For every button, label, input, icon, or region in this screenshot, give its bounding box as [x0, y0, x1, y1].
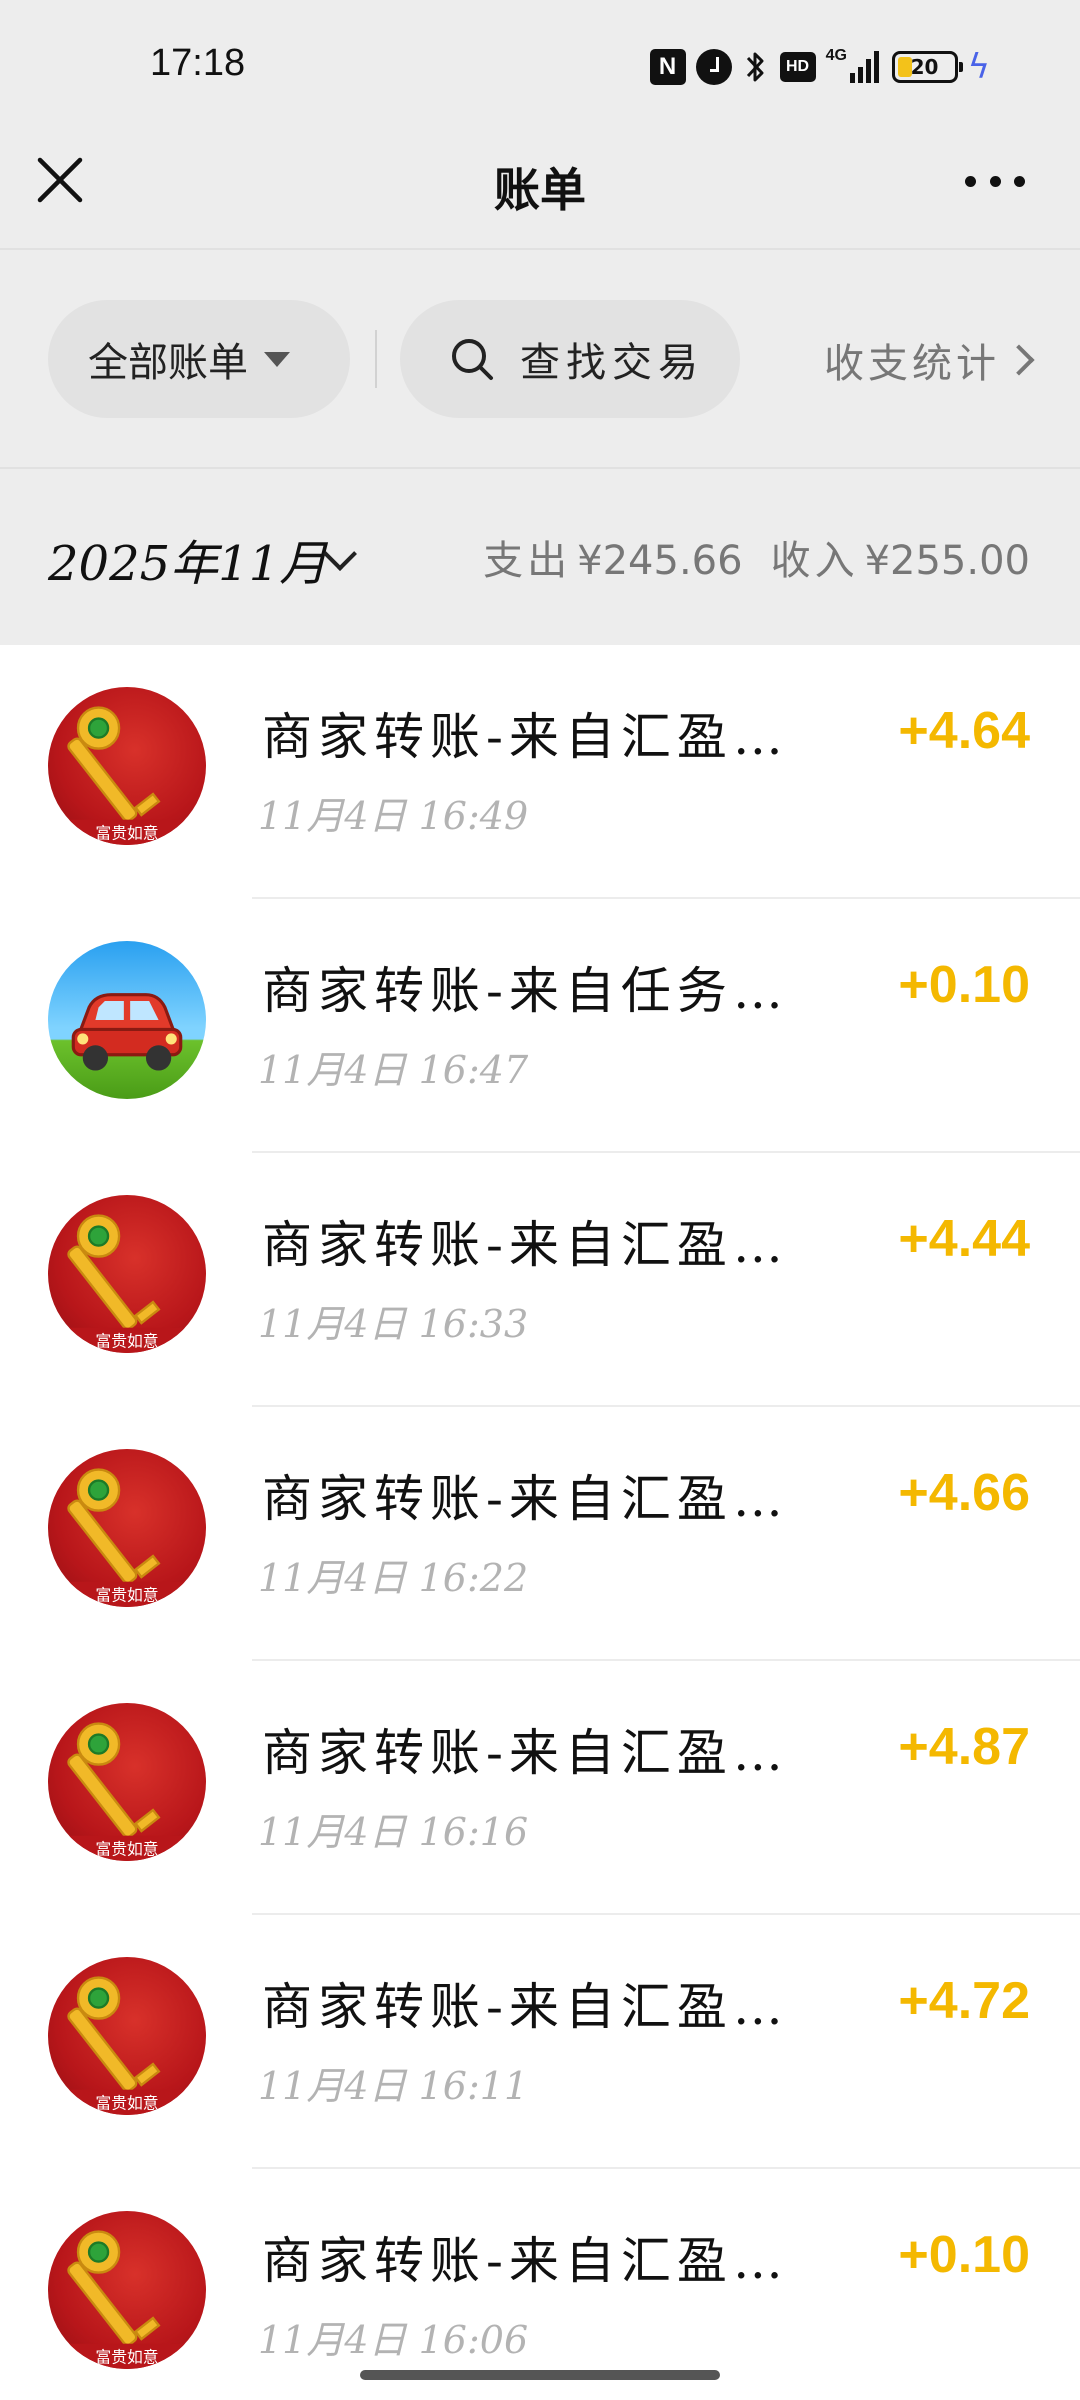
hd-icon: HD	[779, 52, 816, 82]
month-selector[interactable]: 2025年11月	[48, 524, 327, 594]
battery-level: 20	[910, 55, 939, 79]
avatar-caption: 富贵如意	[95, 824, 158, 843]
search-label: 查找交易	[520, 340, 704, 386]
golden-key-avatar: 富贵如意	[48, 2211, 206, 2369]
golden-key-avatar: 富贵如意	[48, 1703, 206, 1861]
golden-key-avatar: 富贵如意	[48, 1957, 206, 2115]
red-car-avatar	[48, 941, 206, 1099]
nav-bar: 账单	[0, 130, 1080, 250]
dropdown-triangle-icon	[264, 351, 290, 367]
transaction-amount: +4.66	[898, 1464, 1030, 1522]
avatar-caption: 富贵如意	[95, 1586, 158, 1605]
search-transactions-button[interactable]: 查找交易	[400, 300, 740, 418]
transaction-item[interactable]: 富贵如意 商家转账-来自汇盈… 11月4日 16:11 +4.72	[0, 1915, 1080, 2169]
more-icon	[965, 175, 976, 187]
transaction-item[interactable]: 富贵如意 商家转账-来自汇盈… 11月4日 16:49 +4.64	[0, 645, 1080, 899]
transaction-time: 11月4日 16:06	[258, 2318, 529, 2362]
stats-link[interactable]: 收支统计	[824, 330, 1035, 390]
more-button[interactable]	[965, 166, 1025, 196]
transaction-title: 商家转账-来自汇盈…	[262, 708, 782, 766]
battery-icon: 20	[891, 51, 963, 83]
4g-signal-icon: 4G	[826, 47, 882, 87]
charging-icon: ϟ	[967, 47, 990, 87]
transaction-time: 11月4日 16:11	[258, 2064, 529, 2108]
golden-key-avatar: 富贵如意	[48, 1449, 206, 1607]
nfc-icon: N	[649, 49, 686, 85]
transaction-amount: +4.44	[898, 1210, 1030, 1268]
all-bills-label: 全部账单	[88, 340, 248, 386]
transaction-amount: +0.10	[898, 2226, 1030, 2284]
transaction-amount: +0.10	[898, 956, 1030, 1014]
transaction-item[interactable]: 富贵如意 商家转账-来自汇盈… 11月4日 16:33 +4.44	[0, 1153, 1080, 1407]
transaction-amount: +4.72	[898, 1972, 1030, 2030]
page-title: 账单	[494, 163, 586, 217]
stats-label: 收支统计	[824, 341, 1000, 387]
filter-row: 全部账单 查找交易 收支统计	[0, 300, 1080, 418]
divider	[0, 248, 1080, 250]
transaction-amount: +4.87	[898, 1718, 1030, 1776]
transaction-time: 11月4日 16:22	[258, 1556, 529, 1600]
transaction-title: 商家转账-来自汇盈…	[262, 1724, 782, 1782]
transaction-title: 商家转账-来自汇盈…	[262, 2232, 782, 2290]
chevron-right-icon	[1003, 344, 1035, 376]
transaction-title: 商家转账-来自汇盈…	[262, 1978, 782, 2036]
status-bar: 17:18 N HD 4G 20 ϟ	[0, 0, 1080, 130]
all-bills-filter-button[interactable]: 全部账单	[48, 300, 350, 418]
transaction-title: 商家转账-来自汇盈…	[262, 1470, 782, 1528]
divider	[0, 467, 1080, 469]
transaction-title: 商家转账-来自汇盈…	[262, 1216, 782, 1274]
golden-key-avatar: 富贵如意	[48, 1195, 206, 1353]
avatar-caption: 富贵如意	[95, 1840, 158, 1859]
search-icon	[452, 339, 493, 380]
status-icons: N HD 4G 20 ϟ	[649, 44, 990, 90]
income-total: 收入 ¥255.00	[771, 528, 1030, 586]
month-totals: 支出 ¥245.66 收入 ¥255.00	[483, 528, 1030, 586]
chevron-down-icon[interactable]	[323, 537, 357, 571]
transaction-item[interactable]: 富贵如意 商家转账-来自汇盈… 11月4日 16:22 +4.66	[0, 1407, 1080, 1661]
income-value: ¥255.00	[864, 538, 1030, 584]
home-indicator[interactable]	[360, 2370, 720, 2380]
month-row: 2025年11月 支出 ¥245.66 收入 ¥255.00	[0, 510, 1080, 600]
bluetooth-icon	[742, 47, 770, 87]
avatar-caption: 富贵如意	[95, 1332, 158, 1351]
transaction-list: 富贵如意 商家转账-来自汇盈… 11月4日 16:49 +4.64 商家转账-来…	[0, 645, 1080, 2400]
transaction-item[interactable]: 富贵如意 商家转账-来自汇盈… 11月4日 16:16 +4.87	[0, 1661, 1080, 1915]
transaction-time: 11月4日 16:49	[258, 794, 529, 838]
expense-value: ¥245.66	[577, 538, 743, 584]
transaction-amount: +4.64	[898, 702, 1030, 760]
alarm-icon	[695, 49, 732, 85]
transaction-item[interactable]: 富贵如意 商家转账-来自汇盈… 11月4日 16:06 +0.10	[0, 2169, 1080, 2400]
expense-total: 支出 ¥245.66	[483, 528, 742, 586]
expense-label: 支出	[483, 538, 572, 584]
golden-key-avatar: 富贵如意	[48, 687, 206, 845]
network-type: 4G	[825, 47, 847, 64]
transaction-title: 商家转账-来自任务…	[262, 962, 782, 1020]
transaction-time: 11月4日 16:33	[258, 1302, 529, 1346]
avatar-caption: 富贵如意	[95, 2348, 158, 2367]
status-time: 17:18	[150, 42, 246, 84]
transaction-time: 11月4日 16:16	[258, 1810, 529, 1854]
avatar-caption: 富贵如意	[95, 2094, 158, 2113]
divider	[375, 330, 377, 388]
income-label: 收入	[770, 538, 859, 584]
transaction-item[interactable]: 商家转账-来自任务… 11月4日 16:47 +0.10	[0, 899, 1080, 1153]
transaction-time: 11月4日 16:47	[258, 1048, 529, 1092]
